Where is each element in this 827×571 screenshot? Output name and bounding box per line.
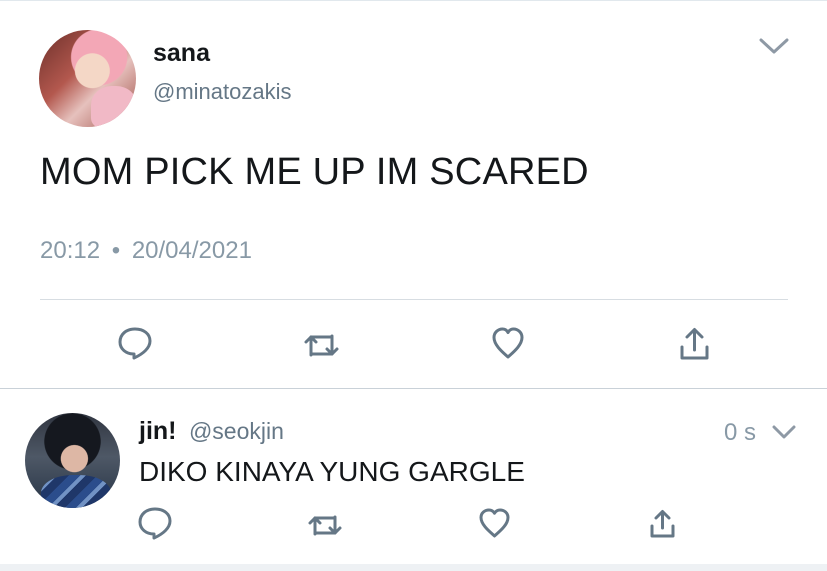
tweet-time: 0 s	[724, 419, 757, 446]
author-name[interactable]: jin!	[139, 417, 177, 445]
tweet-time: 20:12	[40, 237, 101, 264]
timestamp-separator: •	[111, 237, 121, 264]
reply-author: jin! @seokjin	[139, 415, 284, 451]
tweet-date: 20/04/2021	[131, 237, 252, 264]
heart-icon[interactable]	[477, 507, 512, 539]
tweet-actions-divider	[40, 299, 788, 300]
chevron-down-icon[interactable]	[759, 35, 789, 57]
retweet-icon[interactable]	[303, 329, 340, 362]
tweet-timestamp: 20:12 • 20/04/2021	[40, 235, 252, 267]
retweet-icon[interactable]	[307, 511, 343, 540]
tweet-text: MOM PICK ME UP IM SCARED	[40, 151, 589, 193]
share-icon[interactable]	[678, 326, 711, 362]
reply-icon[interactable]	[117, 326, 153, 360]
reply-tweet[interactable]: jin! @seokjin 0 s DIKO KINAYA YUNG GARGL…	[0, 389, 827, 571]
main-tweet: sana @minatozakis MOM PICK ME UP IM SCAR…	[0, 0, 827, 388]
share-icon[interactable]	[648, 508, 677, 539]
avatar[interactable]	[39, 30, 136, 127]
author-name[interactable]: sana	[153, 37, 210, 69]
reply-icon[interactable]	[137, 506, 173, 541]
heart-icon[interactable]	[490, 326, 526, 361]
tweet-text: DIKO KINAYA YUNG GARGLE	[139, 456, 525, 487]
avatar[interactable]	[25, 413, 120, 508]
chevron-down-icon[interactable]	[772, 423, 796, 440]
bottom-bar	[0, 564, 827, 571]
author-handle[interactable]: @minatozakis	[153, 78, 292, 106]
author-handle[interactable]: @seokjin	[189, 418, 284, 444]
